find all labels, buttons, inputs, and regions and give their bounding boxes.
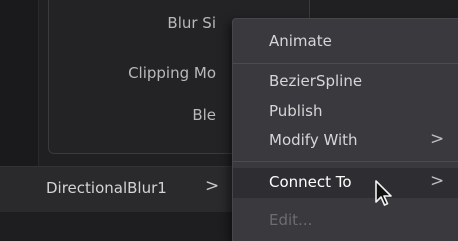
- menu-item-label: BezierSpline: [269, 72, 363, 90]
- chevron-right-icon: >: [430, 171, 445, 191]
- node-name-label[interactable]: DirectionalBlur1: [46, 179, 167, 197]
- chevron-right-icon: >: [430, 129, 445, 149]
- property-label-blur-size: Blur Si: [167, 14, 216, 32]
- menu-item-edit: Edit...: [233, 208, 458, 234]
- mouse-pointer-icon: [375, 180, 392, 206]
- menu-item-connect-to[interactable]: Connect To >: [233, 168, 458, 198]
- menu-item-label: Publish: [269, 102, 323, 120]
- property-label-blend: Ble: [192, 106, 216, 124]
- menu-separator: [233, 63, 458, 64]
- menu-item-label: Connect To: [269, 173, 352, 191]
- menu-item-label: Animate: [269, 32, 332, 50]
- property-label-clipping-mode: Clipping Mo: [128, 64, 216, 82]
- menu-item-label: Edit...: [269, 211, 313, 229]
- chevron-right-icon[interactable]: >: [205, 176, 219, 196]
- context-menu: Animate BezierSpline Publish Modify With…: [232, 18, 458, 241]
- menu-item-animate[interactable]: Animate: [233, 29, 458, 55]
- menu-item-bezierspline[interactable]: BezierSpline: [233, 69, 458, 95]
- menu-item-publish[interactable]: Publish: [233, 99, 458, 125]
- menu-item-label: Modify With: [269, 131, 358, 149]
- menu-item-modify-with[interactable]: Modify With >: [233, 128, 458, 154]
- menu-separator: [233, 161, 458, 162]
